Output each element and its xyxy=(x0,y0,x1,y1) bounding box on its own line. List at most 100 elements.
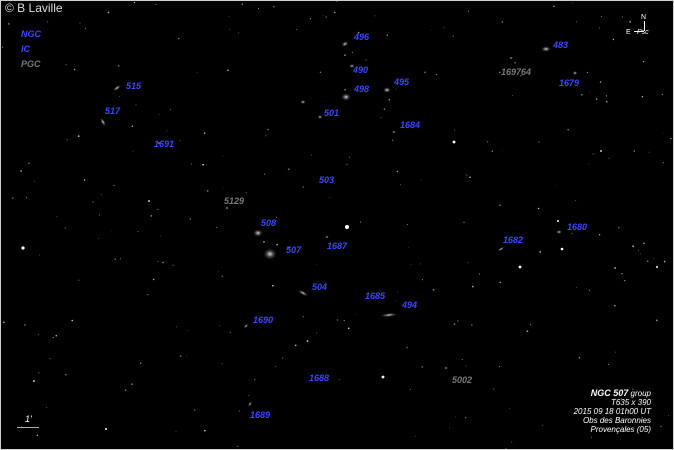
star xyxy=(424,71,426,73)
bright-star xyxy=(518,265,522,269)
label-ngc-495: 495 xyxy=(394,77,410,87)
star xyxy=(499,281,501,283)
star xyxy=(567,128,570,131)
star xyxy=(359,221,362,223)
legend-ngc: NGC xyxy=(21,29,41,39)
label-ngc-517: 517 xyxy=(105,106,121,116)
galaxy xyxy=(341,41,349,47)
star xyxy=(623,279,626,282)
star xyxy=(594,153,596,155)
star xyxy=(466,174,468,176)
star xyxy=(365,59,367,61)
star xyxy=(453,323,456,325)
galaxy xyxy=(325,235,329,239)
star xyxy=(227,69,229,71)
star xyxy=(454,129,456,131)
label-ngc-504: 504 xyxy=(312,282,328,292)
star xyxy=(449,427,450,429)
star xyxy=(397,292,398,294)
star xyxy=(509,408,510,410)
star xyxy=(302,186,304,188)
star xyxy=(605,95,607,97)
star xyxy=(655,319,658,322)
star xyxy=(406,223,408,226)
label-ngc-490: 490 xyxy=(353,65,369,75)
label-ngc-508: 508 xyxy=(261,218,277,228)
star xyxy=(661,93,664,96)
star xyxy=(241,3,243,5)
star xyxy=(383,108,386,110)
star xyxy=(216,226,218,228)
label-ic-1680: 1680 xyxy=(567,222,588,232)
label-ic-1690: 1690 xyxy=(253,315,274,325)
star xyxy=(646,260,649,263)
label-ic-1682: 1682 xyxy=(503,235,524,245)
star xyxy=(316,264,318,265)
star xyxy=(152,278,155,281)
label-ic-1688: 1688 xyxy=(309,373,330,383)
caption-telescope: T635 x 390 xyxy=(610,398,651,407)
star xyxy=(614,304,616,307)
star xyxy=(52,337,54,339)
star xyxy=(229,331,232,334)
star xyxy=(114,258,117,260)
star xyxy=(137,231,139,233)
star xyxy=(73,68,76,71)
star xyxy=(99,214,101,216)
star xyxy=(118,95,120,97)
star xyxy=(553,5,555,7)
star xyxy=(238,32,239,34)
star xyxy=(8,23,10,25)
star xyxy=(131,383,133,385)
galaxy xyxy=(509,56,513,60)
star xyxy=(190,163,192,165)
star xyxy=(26,197,28,199)
star xyxy=(612,38,615,41)
galaxy xyxy=(263,248,277,260)
star xyxy=(124,389,127,392)
galaxy xyxy=(225,206,229,210)
star xyxy=(46,406,48,408)
star xyxy=(325,16,327,18)
star xyxy=(542,424,544,426)
star xyxy=(608,363,610,365)
star xyxy=(147,294,149,296)
star xyxy=(457,320,459,322)
star xyxy=(343,319,346,322)
star xyxy=(621,16,623,18)
scale-label: 1' xyxy=(25,414,32,424)
star xyxy=(618,226,620,229)
star xyxy=(388,99,390,101)
star xyxy=(238,410,240,412)
star xyxy=(132,150,134,152)
star xyxy=(265,135,267,137)
star xyxy=(420,179,422,181)
label-pgc-169764: 169764 xyxy=(501,67,532,77)
star xyxy=(113,184,115,187)
star xyxy=(408,247,409,249)
star xyxy=(267,128,269,131)
compass-constellation: Psc xyxy=(637,29,649,36)
star xyxy=(575,200,577,202)
star xyxy=(160,235,161,237)
galaxy xyxy=(297,289,309,297)
bright-star xyxy=(345,225,349,229)
star xyxy=(245,192,247,194)
star xyxy=(66,139,68,141)
star xyxy=(237,445,239,448)
star xyxy=(421,279,424,281)
star xyxy=(83,179,86,181)
star xyxy=(196,72,198,73)
star xyxy=(38,372,40,374)
star xyxy=(575,287,577,289)
star xyxy=(257,8,260,10)
star xyxy=(505,447,507,449)
star xyxy=(24,324,26,326)
star xyxy=(135,104,137,106)
star xyxy=(601,16,603,18)
star xyxy=(229,28,230,30)
star xyxy=(580,93,583,96)
star xyxy=(571,232,573,234)
star xyxy=(629,21,631,23)
star xyxy=(487,141,489,143)
